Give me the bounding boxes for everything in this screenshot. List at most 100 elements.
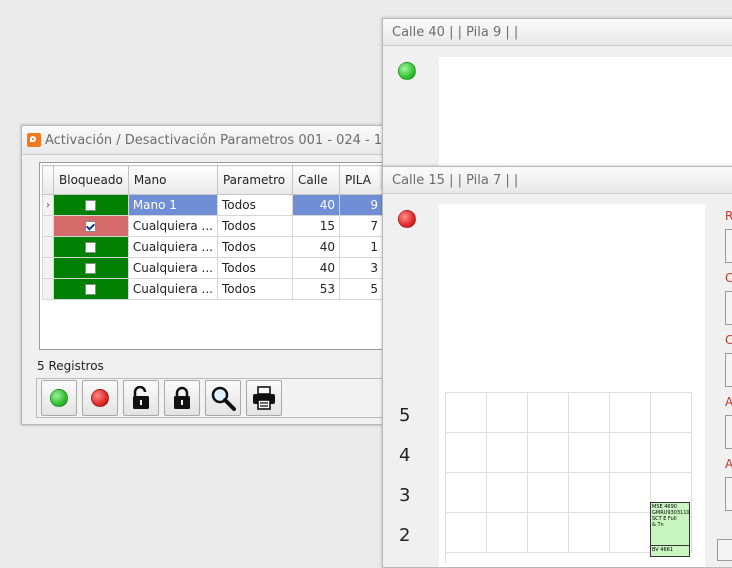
parametros-titlebar[interactable]: Activación / Desactivación Parametros 00… xyxy=(22,126,392,155)
stack-slot[interactable] xyxy=(446,513,487,553)
activate-button[interactable] xyxy=(41,380,77,416)
side-button-5[interactable] xyxy=(725,477,732,511)
row-label-5: 5 xyxy=(399,405,411,426)
bloqueado-checkbox[interactable] xyxy=(85,284,97,295)
stack-slot[interactable] xyxy=(446,393,487,433)
print-button[interactable] xyxy=(246,380,282,416)
stack-slot[interactable] xyxy=(569,393,610,433)
side-label-3: C xyxy=(725,333,732,347)
stack-slot[interactable] xyxy=(487,393,528,433)
parametro-cell[interactable]: Todos xyxy=(216,236,293,258)
bloqueado-checkbox[interactable] xyxy=(85,200,97,211)
pila-cell[interactable]: 5 xyxy=(338,278,383,300)
container-line-5: BV 4661 xyxy=(652,547,674,553)
search-button[interactable] xyxy=(205,380,241,416)
row-selector[interactable] xyxy=(42,215,54,237)
side-button-1[interactable] xyxy=(725,229,732,263)
bloqueado-cell[interactable] xyxy=(53,194,129,216)
pila-cell[interactable]: 3 xyxy=(338,257,383,279)
mano-cell[interactable]: Cualquiera ... xyxy=(127,278,218,300)
row-selector[interactable] xyxy=(42,257,54,279)
side-button-2[interactable] xyxy=(725,291,732,325)
col-header-pila[interactable]: PILA xyxy=(338,165,383,195)
stack-slot[interactable] xyxy=(651,393,692,433)
mano-cell[interactable]: Cualquiera ... xyxy=(127,215,218,237)
lock-button[interactable] xyxy=(164,380,200,416)
col-header-calle[interactable]: Calle xyxy=(291,165,340,195)
stack-slot[interactable] xyxy=(651,433,692,473)
side-button-3[interactable] xyxy=(725,353,732,387)
stack-slot[interactable] xyxy=(610,513,651,553)
stack-slot[interactable] xyxy=(610,433,651,473)
col-header-parametro[interactable]: Parametro xyxy=(216,165,293,195)
stack-slot[interactable] xyxy=(487,473,528,513)
mano-cell[interactable]: Cualquiera ... xyxy=(127,257,218,279)
table-row[interactable]: Cualquiera ... Todos 40 1 xyxy=(42,236,383,258)
window-title: Activación / Desactivación Parametros 00… xyxy=(45,132,392,148)
table-row[interactable]: › Mano 1 Todos 40 9 xyxy=(42,194,383,216)
calle-cell[interactable]: 40 xyxy=(291,257,340,279)
stack-slot[interactable] xyxy=(610,473,651,513)
row-header-corner xyxy=(42,165,54,195)
pila-9-titlebar[interactable]: Calle 40 | | Pila 9 | | xyxy=(383,19,732,46)
pila-9-window: Calle 40 | | Pila 9 | | xyxy=(382,18,732,190)
container-line-4: & Tn xyxy=(652,522,664,528)
calle-cell[interactable]: 40 xyxy=(291,236,340,258)
row-selector[interactable] xyxy=(42,236,54,258)
stack-slot[interactable] xyxy=(569,433,610,473)
table-row[interactable]: Cualquiera ... Todos 53 5 xyxy=(42,278,383,300)
bloqueado-cell[interactable] xyxy=(53,257,129,279)
red-circle-icon xyxy=(91,389,109,407)
stack-slot[interactable] xyxy=(487,513,528,553)
stack-slot[interactable] xyxy=(487,433,528,473)
unlock-button[interactable] xyxy=(123,380,159,416)
calle-cell[interactable]: 40 xyxy=(291,194,340,216)
row-label-3: 3 xyxy=(399,485,411,506)
bloqueado-checkbox[interactable] xyxy=(85,221,97,232)
calle-cell[interactable]: 15 xyxy=(291,215,340,237)
stack-slot[interactable] xyxy=(610,393,651,433)
print-icon xyxy=(253,386,275,410)
parametro-cell[interactable]: Todos xyxy=(216,278,293,300)
records-count: 5 Registros xyxy=(37,359,104,373)
stack-slot[interactable] xyxy=(569,513,610,553)
row-selector[interactable]: › xyxy=(42,194,54,216)
bloqueado-checkbox[interactable] xyxy=(85,263,97,274)
parametro-cell[interactable]: Todos xyxy=(216,194,293,216)
pila-cell[interactable]: 9 xyxy=(338,194,383,216)
stack-slot[interactable] xyxy=(446,473,487,513)
status-red-icon xyxy=(398,210,416,228)
stack-slot[interactable] xyxy=(528,513,569,553)
parametro-cell[interactable]: Todos xyxy=(216,215,293,237)
bloqueado-cell[interactable] xyxy=(53,236,129,258)
toolbar xyxy=(36,378,396,418)
pila-9-title: Calle 40 | | Pila 9 | | xyxy=(392,24,519,40)
col-header-mano[interactable]: Mano xyxy=(127,165,218,195)
pila-cell[interactable]: 1 xyxy=(338,236,383,258)
side-label-4: A xyxy=(725,395,732,409)
container-block-lower[interactable]: BV 4661 xyxy=(650,545,690,557)
row-selector[interactable] xyxy=(42,278,54,300)
calle-cell[interactable]: 53 xyxy=(291,278,340,300)
bloqueado-cell[interactable] xyxy=(53,278,129,300)
bloqueado-checkbox[interactable] xyxy=(85,242,97,253)
stack-slot[interactable] xyxy=(528,433,569,473)
pila-7-titlebar[interactable]: Calle 15 | | Pila 7 | | xyxy=(383,167,732,194)
stack-slot[interactable] xyxy=(528,393,569,433)
bloqueado-cell[interactable] xyxy=(53,215,129,237)
stack-slot[interactable] xyxy=(569,473,610,513)
mano-cell[interactable]: Cualquiera ... xyxy=(127,236,218,258)
pila-cell[interactable]: 7 xyxy=(338,215,383,237)
mano-cell[interactable]: Mano 1 xyxy=(127,194,218,216)
col-header-bloqueado[interactable]: Bloqueado xyxy=(53,165,129,195)
parametros-grid: Bloqueado Mano Parametro Calle PILA › Man… xyxy=(39,162,396,350)
container-block[interactable]: MSE 4690 GMRU9303110 SCT E Full & Tn xyxy=(650,502,690,548)
table-row[interactable]: Cualquiera ... Todos 15 7 xyxy=(42,215,383,237)
table-row[interactable]: Cualquiera ... Todos 40 3 xyxy=(42,257,383,279)
deactivate-button[interactable] xyxy=(82,380,118,416)
stack-slot[interactable] xyxy=(446,433,487,473)
side-button-4[interactable] xyxy=(725,415,732,449)
parametro-cell[interactable]: Todos xyxy=(216,257,293,279)
stack-slot[interactable] xyxy=(528,473,569,513)
side-panel-frame xyxy=(717,539,732,561)
